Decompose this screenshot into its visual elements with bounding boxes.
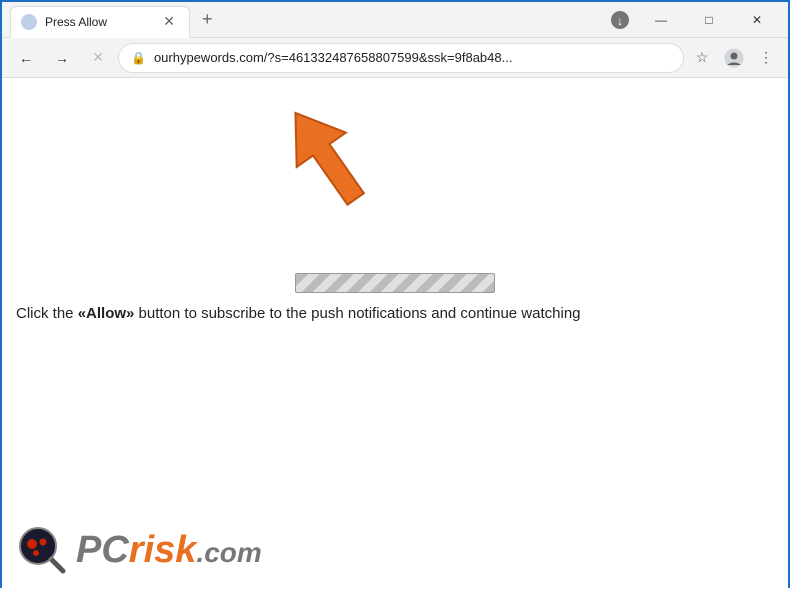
forward-button[interactable]: → [46, 42, 78, 74]
instruction-allow: «Allow» [78, 305, 135, 322]
arrow-container [262, 98, 392, 223]
bookmark-icon[interactable]: ☆ [688, 44, 716, 72]
nav-bar: ← → ✕ 🔒 ourhypewords.com/?s=461332487658… [2, 38, 788, 78]
downloads-icon[interactable]: ↓ [606, 6, 634, 34]
progress-area [295, 273, 495, 293]
close-window-button[interactable]: ✕ [734, 6, 780, 34]
instruction-text: Click the «Allow» button to subscribe to… [16, 303, 774, 326]
tab-title: Press Allow [45, 15, 151, 29]
new-tab-button[interactable]: + [194, 7, 221, 32]
reload-button[interactable]: ✕ [82, 42, 114, 74]
progress-bar [295, 273, 495, 293]
maximize-button[interactable]: □ [686, 6, 732, 34]
pcrisk-logo: PCrisk.com [16, 524, 262, 576]
title-bar: Press Allow ✕ + ↓ — □ ✕ [2, 2, 788, 38]
menu-icon[interactable]: ⋮ [752, 44, 780, 72]
page-content: Click the «Allow» button to subscribe to… [2, 78, 788, 590]
pc-text: PC [76, 529, 129, 571]
pcrisk-text: PCrisk.com [76, 529, 262, 572]
lock-icon: 🔒 [131, 51, 146, 65]
risk-text: risk [129, 529, 197, 571]
instruction-prefix: Click the [16, 305, 78, 322]
profile-icon[interactable] [720, 44, 748, 72]
dotcom-text: .com [196, 537, 261, 568]
window-controls: — □ ✕ [638, 6, 780, 34]
tab-strip: Press Allow ✕ + [10, 2, 606, 37]
active-tab[interactable]: Press Allow ✕ [10, 6, 190, 38]
address-bar[interactable]: 🔒 ourhypewords.com/?s=461332487658807599… [118, 43, 684, 73]
back-button[interactable]: ← [10, 42, 42, 74]
orange-arrow-svg [262, 98, 392, 218]
tab-close-button[interactable]: ✕ [159, 11, 179, 32]
instruction-suffix: button to subscribe to the push notifica… [134, 305, 580, 322]
pcrisk-logo-icon [16, 524, 68, 576]
tab-favicon [21, 14, 37, 30]
svg-text:↓: ↓ [617, 14, 623, 28]
url-display: ourhypewords.com/?s=461332487658807599&s… [154, 50, 671, 65]
minimize-button[interactable]: — [638, 6, 684, 34]
